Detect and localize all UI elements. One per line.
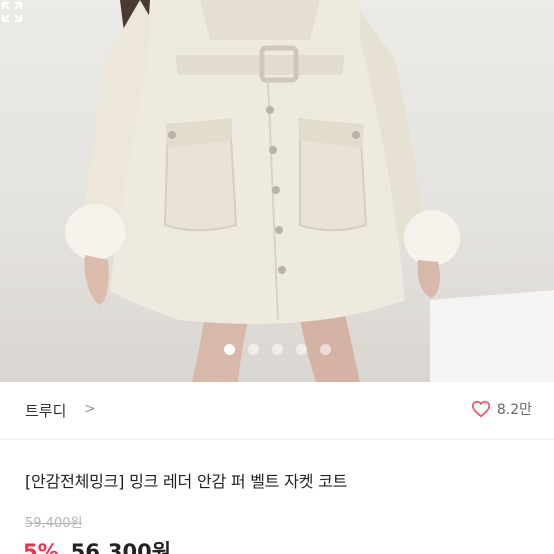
image-pagination[interactable]: [0, 344, 554, 356]
product-title: [안감전체밍크] 밍크 레더 안감 퍼 벨트 자켓 코트: [25, 472, 348, 491]
sale-price: 56,300원: [70, 540, 172, 554]
pagination-dot[interactable]: [247, 344, 259, 355]
pagination-dot[interactable]: [319, 344, 331, 355]
original-price: 59,400원: [25, 516, 83, 531]
discount-rate: 5%: [23, 540, 59, 554]
heart-icon: [471, 400, 490, 418]
expand-icon[interactable]: [0, 0, 24, 24]
like-count: 8.2만: [496, 402, 532, 418]
seller-name[interactable]: 트루디: [25, 400, 66, 421]
pagination-dot[interactable]: [295, 344, 307, 355]
price-row: 5% 56,300원: [23, 536, 171, 554]
like-button[interactable]: 8.2만: [471, 399, 532, 419]
seller-row[interactable]: 트루디 > 8.2만: [0, 382, 554, 440]
product-image[interactable]: [0, 0, 554, 382]
coat-photo: [65, 0, 554, 382]
chevron-right-icon: >: [84, 401, 96, 417]
pagination-dot[interactable]: [271, 344, 283, 355]
pagination-dot[interactable]: [223, 344, 235, 355]
